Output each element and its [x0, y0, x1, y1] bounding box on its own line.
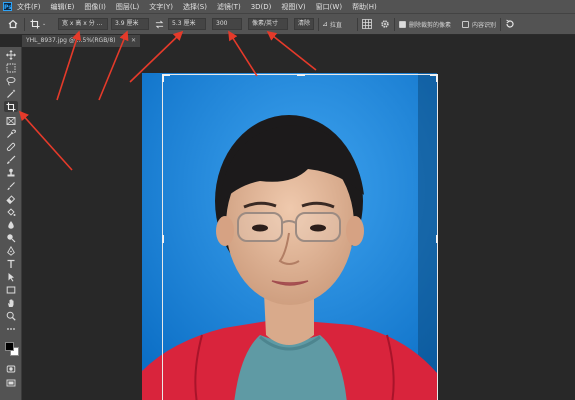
blur-tool-icon[interactable]: [4, 219, 18, 230]
canvas-area[interactable]: [22, 47, 575, 400]
healing-brush-icon[interactable]: [4, 141, 18, 152]
options-bar: ⌄ 宽 x 高 x 分 ... 3.9 厘米 5.3 厘米 300 像素/英寸 …: [0, 13, 575, 35]
tools-panel: [0, 47, 22, 400]
checkbox-unchecked-icon: [462, 20, 469, 28]
hand-tool-icon[interactable]: [4, 297, 18, 308]
straighten-button[interactable]: ⊿ 拉直: [322, 18, 342, 30]
straighten-icon: ⊿: [322, 20, 328, 28]
eyedropper-icon[interactable]: [4, 128, 18, 139]
overlay-grid-icon[interactable]: [362, 18, 372, 30]
brush-tool-icon[interactable]: [4, 154, 18, 165]
menu-filter[interactable]: 滤镜(T): [217, 2, 241, 12]
menu-3d[interactable]: 3D(D): [251, 3, 272, 11]
crop-handle-left-middle[interactable]: [162, 235, 164, 243]
crop-tool-preset-icon[interactable]: ⌄: [30, 18, 46, 30]
content-aware-label: 内容识别: [472, 21, 497, 29]
menu-view[interactable]: 视图(V): [281, 2, 305, 12]
menu-file[interactable]: 文件(F): [17, 2, 41, 12]
zoom-tool-icon[interactable]: [4, 310, 18, 321]
pen-tool-icon[interactable]: [4, 245, 18, 256]
home-icon[interactable]: [8, 18, 18, 30]
content-aware-checkbox[interactable]: 内容识别: [462, 18, 496, 30]
rectangle-tool-icon[interactable]: [4, 284, 18, 295]
menu-type[interactable]: 文字(Y): [149, 2, 173, 12]
screen-mode-icon[interactable]: [4, 377, 18, 388]
foreground-color-swatch[interactable]: [5, 342, 14, 351]
move-tool-icon[interactable]: [4, 49, 18, 60]
eraser-icon[interactable]: [4, 193, 18, 204]
menu-layer[interactable]: 图层(L): [116, 2, 139, 12]
document-title: YHL_8937.jpg @ ...5%(RGB/8): [26, 37, 116, 44]
history-brush-icon[interactable]: [4, 180, 18, 191]
menu-select[interactable]: 选择(S): [183, 2, 207, 12]
crop-handle-right-middle[interactable]: [436, 235, 438, 243]
close-icon[interactable]: ✕: [131, 35, 136, 47]
delete-cropped-pixels-checkbox[interactable]: 删除裁剪的像素: [399, 18, 451, 30]
delete-cropped-label: 删除裁剪的像素: [409, 21, 452, 29]
type-tool-icon[interactable]: [4, 258, 18, 269]
path-selection-icon[interactable]: [4, 271, 18, 282]
swap-dimensions-icon[interactable]: [155, 18, 164, 30]
menu-window[interactable]: 窗口(W): [316, 2, 342, 12]
menu-edit[interactable]: 编辑(E): [51, 2, 75, 12]
more-tools-icon[interactable]: [4, 323, 18, 334]
menu-image[interactable]: 图像(I): [84, 2, 106, 12]
lasso-tool-icon[interactable]: [4, 75, 18, 86]
menu-bar: Ps 文件(F) 编辑(E) 图像(I) 图层(L) 文字(Y) 选择(S) 滤…: [0, 0, 575, 13]
frame-tool-icon[interactable]: [4, 115, 18, 126]
crop-frame[interactable]: [162, 74, 438, 400]
quick-mask-icon[interactable]: [4, 363, 18, 374]
dodge-tool-icon[interactable]: [4, 232, 18, 243]
straighten-label: 拉直: [329, 21, 342, 29]
magic-wand-icon[interactable]: [4, 88, 18, 99]
crop-tool-icon[interactable]: [4, 101, 18, 112]
photoshop-logo: Ps: [3, 2, 12, 11]
crop-height-input[interactable]: 5.3 厘米: [168, 18, 206, 30]
marquee-tool-icon[interactable]: [4, 62, 18, 73]
clone-stamp-icon[interactable]: [4, 167, 18, 178]
resolution-input[interactable]: 300: [212, 18, 242, 30]
document-tab[interactable]: YHL_8937.jpg @ ...5%(RGB/8) ✕: [22, 35, 140, 47]
gear-icon[interactable]: [380, 18, 390, 30]
crop-handle-top-middle[interactable]: [297, 74, 305, 76]
paint-bucket-icon[interactable]: [4, 206, 18, 217]
checkbox-checked-icon: [399, 20, 406, 28]
reset-icon[interactable]: [505, 18, 515, 30]
resolution-unit-select[interactable]: 像素/英寸: [248, 18, 288, 30]
ratio-preset-select[interactable]: 宽 x 高 x 分 ...: [58, 18, 108, 30]
clear-button[interactable]: 清除: [294, 18, 314, 30]
color-swatches[interactable]: [4, 341, 20, 357]
crop-width-input[interactable]: 3.9 厘米: [111, 18, 149, 30]
menu-help[interactable]: 帮助(H): [352, 2, 377, 12]
document-tab-bar: YHL_8937.jpg @ ...5%(RGB/8) ✕: [0, 35, 575, 47]
